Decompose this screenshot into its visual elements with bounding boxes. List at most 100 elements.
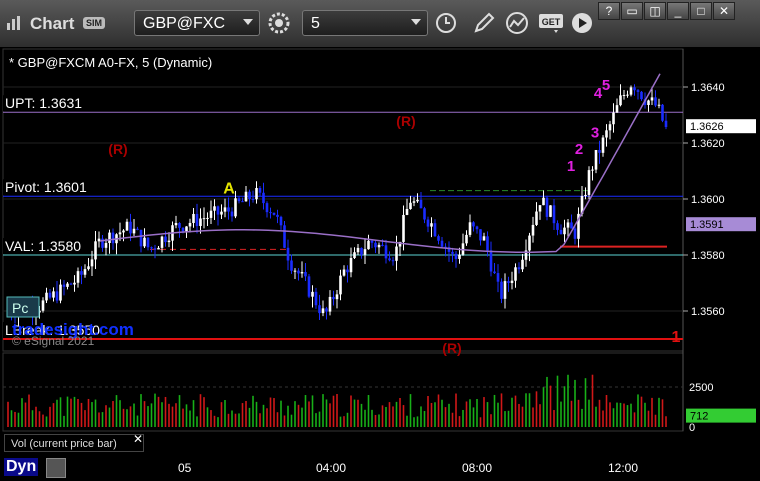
candle-body: [185, 226, 188, 232]
candle-body: [325, 308, 328, 312]
volume-label: Vol (current price bar): [4, 434, 144, 452]
x-tick: 04:00: [316, 461, 347, 475]
candle-body: [496, 273, 500, 282]
candle-body: [423, 208, 426, 220]
candle-body: [160, 236, 164, 248]
minimize-button[interactable]: _: [667, 2, 689, 20]
candle-body: [272, 212, 276, 215]
candle-body: [594, 150, 598, 170]
level-label: Pivot: 1.3601: [5, 179, 87, 195]
candle-body: [636, 90, 640, 92]
close-icon[interactable]: ✕: [133, 432, 143, 446]
candle-body: [591, 169, 594, 171]
pencil-icon[interactable]: [472, 11, 496, 35]
candle-body: [223, 207, 227, 212]
candle-body: [332, 296, 335, 300]
candle-body: [297, 270, 300, 274]
candle-body: [244, 191, 248, 202]
candle-body: [286, 247, 290, 261]
candle-body: [549, 205, 552, 217]
candle-body: [290, 260, 293, 271]
symbol-input[interactable]: GBP@FXC: [134, 10, 260, 36]
candle-body: [405, 209, 409, 215]
chart-title: * GBP@FXCM A0-FX, 5 (Dynamic): [9, 55, 212, 70]
annotation: A: [223, 180, 235, 197]
candle-body: [353, 252, 356, 259]
vwap-badge: 1.3591: [690, 219, 724, 231]
help-button[interactable]: ?: [598, 2, 620, 20]
candle-body: [528, 235, 531, 251]
study-icon[interactable]: [505, 11, 529, 35]
candle-body: [419, 199, 423, 209]
candle-body: [265, 203, 269, 213]
candle-body: [59, 284, 62, 301]
candle-body: [230, 211, 234, 217]
candle-body: [339, 275, 342, 295]
candle-body: [178, 223, 181, 228]
candle-body: [139, 229, 143, 247]
candle-body: [566, 222, 570, 228]
pc-label: Pc: [12, 300, 28, 316]
candle-body: [248, 191, 251, 199]
candle-body: [426, 219, 430, 227]
candle-body: [328, 296, 332, 312]
close-button[interactable]: ✕: [713, 2, 735, 20]
candle-body: [570, 222, 573, 229]
level-label: VAL: 1.3580: [5, 238, 81, 254]
candle-body: [531, 224, 535, 236]
candle-body: [293, 270, 297, 272]
candle-body: [311, 291, 314, 297]
candle-body: [146, 237, 150, 248]
restore-button[interactable]: ▭: [621, 2, 643, 20]
candle-body: [626, 94, 629, 96]
candle-body: [76, 271, 80, 283]
candle-body: [454, 253, 458, 259]
candle-body: [412, 201, 416, 203]
maximize-button[interactable]: □: [690, 2, 712, 20]
clock-icon[interactable]: [434, 11, 458, 35]
candle-body: [598, 150, 601, 153]
chevron-down-icon[interactable]: [243, 19, 253, 25]
candle-body: [587, 170, 591, 195]
symbol-value: GBP@FXC: [143, 15, 226, 32]
candle-body: [342, 269, 346, 276]
candle-body: [559, 229, 563, 235]
candle-body: [237, 198, 241, 202]
x-tick: 08:00: [462, 461, 493, 475]
dyn-label[interactable]: Dyn: [4, 458, 39, 476]
chevron-down-icon[interactable]: [411, 19, 421, 25]
candle-body: [157, 247, 160, 250]
gear-icon[interactable]: [267, 11, 291, 35]
candle-body: [521, 259, 524, 270]
candle-body: [206, 217, 209, 219]
candle-body: [241, 201, 244, 203]
price-chart[interactable]: UPT: 1.3631Pivot: 1.3601VAL: 1.3580LBrea…: [0, 47, 760, 455]
candle-body: [664, 120, 668, 127]
candle-body: [657, 104, 661, 106]
candle-body: [132, 228, 136, 234]
candle-body: [52, 291, 55, 298]
candle-body: [584, 194, 587, 196]
candle-body: [174, 223, 178, 226]
link-button[interactable]: ◫: [644, 2, 666, 20]
candle-body: [258, 188, 262, 193]
candle-body: [374, 242, 377, 248]
candle-body: [622, 94, 626, 96]
candle-body: [472, 222, 475, 227]
gear-icon[interactable]: [46, 458, 66, 478]
candle-body: [279, 216, 283, 226]
candle-body: [167, 240, 171, 243]
play-icon[interactable]: [570, 11, 594, 35]
vol-badge: 712: [690, 411, 708, 423]
candle-body: [535, 211, 538, 225]
interval-input[interactable]: 5: [302, 10, 428, 36]
candle-body: [314, 291, 318, 306]
candle-body: [202, 218, 206, 220]
candle-body: [391, 260, 395, 262]
candle-body: [213, 206, 216, 211]
candle-body: [538, 205, 542, 212]
candle-body: [80, 271, 83, 275]
annotation: 1: [672, 329, 681, 346]
get-button[interactable]: GET: [538, 11, 566, 35]
annotation: 5: [602, 77, 610, 94]
